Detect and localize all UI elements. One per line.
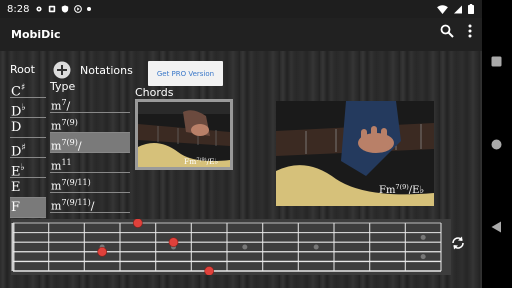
chord-type-item[interactable]: m7(9) (50, 113, 130, 133)
root-column: Root C♯ D♭ D D♯ E♭ E F (10, 63, 46, 218)
chord-type-slash: / (90, 199, 95, 213)
add-notation-button[interactable] (53, 61, 71, 79)
type-header: Type (50, 80, 76, 93)
status-bar: 8:28 (0, 0, 482, 18)
root-item[interactable]: D♯ (10, 138, 46, 159)
finger-position-dot (133, 219, 143, 228)
signal-icon (454, 5, 462, 13)
root-note: E (11, 180, 21, 195)
chord-photo-large[interactable]: Fm7(9)/E♭ (276, 101, 434, 206)
chord-type-item[interactable]: m7/ (50, 93, 130, 113)
root-header: Root (10, 63, 35, 76)
chords-label: Chords (135, 86, 174, 99)
recents-icon[interactable] (491, 56, 502, 67)
play-icon (74, 5, 83, 13)
inlay-dot (313, 244, 319, 250)
inlay-dot (242, 244, 248, 250)
dot-icon (87, 7, 92, 11)
chord-type-item[interactable]: m7(9)/ (50, 133, 130, 153)
back-icon[interactable] (491, 221, 502, 233)
root-item[interactable]: E♭ (10, 158, 46, 179)
root-item[interactable]: D (10, 118, 46, 138)
type-column: Type m7/m7(9) m7(9)/m11 m7(9/11) m7(9/11)/ (50, 80, 130, 213)
settings-icon (36, 6, 43, 12)
fretboard-background (11, 219, 451, 275)
chord-type-base: m (51, 179, 62, 193)
chord-type-extension: 7(9) (61, 138, 78, 147)
chord-type-extension: 7(9) (61, 118, 78, 127)
inlay-dot (420, 254, 426, 260)
notations-label: Notations (80, 64, 133, 77)
root-item[interactable]: D♭ (10, 98, 46, 119)
home-icon[interactable] (491, 139, 502, 150)
chord-type-slash: / (66, 99, 71, 113)
inlay-dot (420, 234, 426, 240)
root-note: D (11, 120, 22, 135)
chord-type-base: m (51, 119, 62, 133)
shield-icon (62, 5, 69, 13)
more-options-icon[interactable] (468, 24, 472, 38)
root-accidental: ♯ (20, 83, 26, 93)
chord-type-item[interactable]: m7(9/11) (50, 173, 130, 193)
chord-type-base: m (51, 99, 62, 113)
get-pro-button[interactable]: Get PRO Version (148, 61, 223, 86)
battery-icon (468, 4, 474, 14)
rotate-icon[interactable] (450, 235, 466, 251)
chord-type-base: m (51, 159, 62, 173)
finger-position-dot (168, 237, 179, 248)
status-time: 8:28 (7, 3, 30, 15)
root-accidental: ♭ (20, 163, 25, 173)
chord-type-extension: 11 (61, 158, 72, 167)
chord-type-extension: 7(9/11) (61, 198, 91, 207)
chord-type-slash: / (77, 139, 82, 153)
notification-icon (49, 5, 56, 13)
app-title: MobiDic (11, 28, 61, 41)
search-icon[interactable] (440, 24, 454, 38)
status-icons-right (437, 4, 474, 14)
root-item[interactable]: E (10, 178, 46, 198)
main-area: Root C♯ D♭ D D♯ E♭ E F Notations Type m7/m7(9)… (0, 51, 482, 288)
finger-position-dot (97, 246, 107, 257)
chord-photo-thumbnail[interactable]: Fm7(9)/E♭ (135, 99, 233, 170)
chord-type-item[interactable]: m7(9/11)/ (50, 193, 130, 213)
chord-type-extension: 7(9/11) (61, 178, 91, 187)
root-accidental: ♯ (21, 143, 26, 153)
app-bar: MobiDic (0, 18, 482, 51)
root-item[interactable]: C♯ (10, 78, 46, 99)
chord-type-base: m (51, 199, 62, 213)
finger-position-dot (204, 266, 214, 275)
system-nav-bar (482, 0, 512, 288)
root-note: F (11, 200, 21, 215)
wifi-icon (437, 4, 448, 14)
fretboard[interactable] (11, 219, 451, 275)
chord-type-base: m (51, 139, 62, 153)
root-accidental: ♭ (21, 103, 26, 113)
root-item[interactable]: F (10, 198, 46, 218)
chord-type-item[interactable]: m11 (50, 153, 130, 173)
